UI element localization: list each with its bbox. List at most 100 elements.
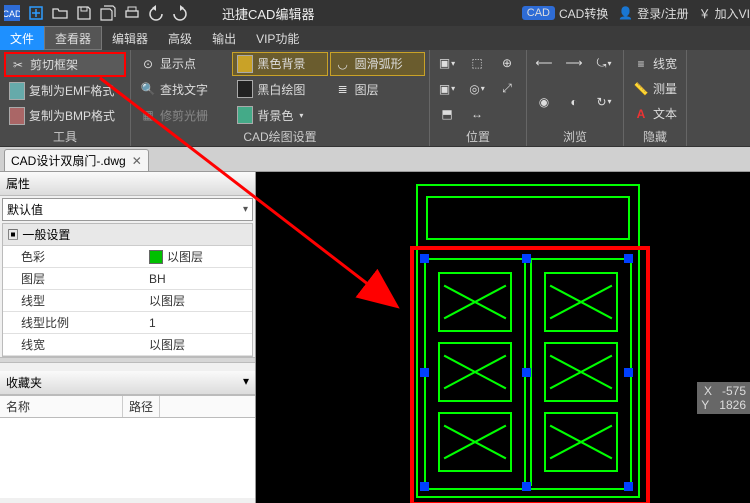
cad-panel (438, 412, 512, 472)
black-bg-button[interactable]: 黑色背景 (232, 52, 327, 76)
app-icon: CAD (1, 3, 23, 23)
pos-btn-1[interactable]: ▣▾ (434, 52, 460, 74)
emf-icon (9, 83, 25, 99)
saveall-icon[interactable] (97, 3, 119, 23)
login-link[interactable]: 登录/注册 (637, 5, 688, 22)
clip-frame-button[interactable]: ✂剪切框架 (4, 52, 126, 77)
pos-btn-6[interactable]: ⤢ (494, 78, 520, 100)
search-icon: 🔍 (140, 81, 156, 97)
document-tab-bar: CAD设计双扇门-.dwg ✕ (0, 147, 750, 172)
default-value-combo[interactable]: 默认值 ▾ (2, 198, 253, 221)
pos-btn-8[interactable]: ↔ (464, 103, 490, 125)
ribbon-caption-view: 浏览 (531, 127, 619, 146)
save-icon[interactable] (73, 3, 95, 23)
drawing-canvas[interactable]: X-575 Y1826 (256, 172, 750, 503)
menu-viewer[interactable]: 查看器 (44, 26, 102, 50)
panel-divider[interactable] (0, 357, 255, 363)
title-bar: CAD 迅捷CAD编辑器 CAD CAD转换 👤 登录/注册 ￥ 加入VI (0, 0, 750, 26)
property-grid: ▣ 一般设置 色彩以图层 图层BH 线型以图层 线型比例1 线宽以图层 (2, 223, 253, 357)
view-btn-2[interactable]: ⟶ (561, 52, 587, 74)
redo-icon[interactable] (169, 3, 191, 23)
cad-panel (438, 272, 512, 332)
copy-emf-button[interactable]: 复制为EMF格式 (4, 79, 124, 102)
menu-output[interactable]: 输出 (202, 26, 246, 50)
linewidth-icon: ≡ (633, 56, 649, 72)
vip-join-link[interactable]: 加入VI (715, 5, 750, 22)
open-icon[interactable] (49, 3, 71, 23)
selection-handle[interactable] (624, 482, 633, 491)
ribbon-caption-hide: 隐藏 (628, 127, 682, 146)
selection-handle[interactable] (522, 482, 531, 491)
view-btn-3[interactable]: ⤿▾ (591, 52, 617, 74)
selection-handle[interactable] (420, 482, 429, 491)
close-icon[interactable]: ✕ (132, 154, 142, 168)
app-title: 迅捷CAD编辑器 (222, 4, 314, 23)
pos-btn-4[interactable]: ▣▾ (434, 78, 460, 100)
view-btn-1[interactable]: ⟵ (531, 52, 557, 74)
bw-drawing-button[interactable]: 黑白绘图 (232, 78, 327, 102)
fav-col-name[interactable]: 名称 (0, 396, 123, 417)
ribbon-caption-tools: 工具 (4, 127, 126, 146)
copy-bmp-button[interactable]: 复制为BMP格式 (4, 104, 124, 127)
prop-row-linetype[interactable]: 线型以图层 (3, 290, 252, 312)
prop-row-ltscale[interactable]: 线型比例1 (3, 312, 252, 334)
bg-color-button[interactable]: 背景色▾ (232, 103, 327, 127)
show-points-button[interactable]: ⊙显示点 (135, 52, 230, 76)
view-btn-6[interactable]: ↻▾ (591, 91, 617, 113)
workspace: 属性 默认值 ▾ ▣ 一般设置 色彩以图层 图层BH 线型以图层 线型比例1 线… (0, 172, 750, 503)
view-btn-5[interactable]: ◐ (561, 91, 587, 113)
view-btn-4[interactable]: ◉ (531, 91, 557, 113)
prop-row-lineweight[interactable]: 线宽以图层 (3, 334, 252, 356)
text-icon: A (633, 106, 649, 122)
fav-col-path[interactable]: 路径 (123, 396, 160, 417)
selection-handle[interactable] (624, 254, 633, 263)
ribbon-group-position: ▣▾ ⬚ ⊕ ▣▾ ◎▾ ⤢ ⬒ ↔ 位置 (430, 50, 527, 146)
bmp-icon (9, 108, 25, 124)
print-icon[interactable] (121, 3, 143, 23)
find-text-button[interactable]: 🔍查找文字 (135, 78, 230, 102)
smooth-arc-button[interactable]: ◡圆滑弧形 (330, 52, 425, 76)
pos-btn-2[interactable]: ⬚ (464, 52, 490, 74)
menu-vip[interactable]: VIP功能 (246, 26, 309, 50)
menu-advanced[interactable]: 高级 (158, 26, 202, 50)
selection-handle[interactable] (420, 254, 429, 263)
left-panel: 属性 默认值 ▾ ▣ 一般设置 色彩以图层 图层BH 线型以图层 线型比例1 线… (0, 172, 256, 503)
yen-icon: ￥ (699, 5, 711, 22)
pos-btn-3[interactable]: ⊕ (494, 52, 520, 74)
selection-handle[interactable] (420, 368, 429, 377)
menu-editor[interactable]: 编辑器 (102, 26, 158, 50)
pos-btn-7[interactable]: ⬒ (434, 103, 460, 125)
linewidth-button[interactable]: ≡线宽 (628, 52, 682, 75)
cad-convert-link[interactable]: CAD转换 (559, 5, 608, 22)
selection-handle[interactable] (624, 368, 633, 377)
document-tab-label: CAD设计双扇门-.dwg (11, 152, 126, 169)
document-tab[interactable]: CAD设计双扇门-.dwg ✕ (4, 149, 149, 171)
bgcolor-icon (237, 107, 253, 123)
selection-handle[interactable] (522, 254, 531, 263)
undo-icon[interactable] (145, 3, 167, 23)
prop-row-color[interactable]: 色彩以图层 (3, 246, 252, 268)
general-section[interactable]: ▣ 一般设置 (3, 224, 252, 246)
copy-bmp-label: 复制为BMP格式 (29, 107, 115, 124)
favorites-panel: 收藏夹 ▾ 名称 路径 (0, 371, 255, 498)
bw-icon (237, 81, 253, 97)
text-button[interactable]: A文本 (628, 102, 682, 125)
ribbon-group-cad: ⊙显示点 黑色背景 ◡圆滑弧形 🔍查找文字 黑白绘图 ≣图层 ▦修剪光栅 背景色… (131, 50, 430, 146)
ribbon-group-tools: ✂剪切框架 复制为EMF格式 复制为BMP格式 工具 (0, 50, 131, 146)
menu-file[interactable]: 文件 (0, 26, 44, 50)
new-icon[interactable] (25, 3, 47, 23)
prop-row-layer[interactable]: 图层BH (3, 268, 252, 290)
selection-handle[interactable] (522, 368, 531, 377)
layers-button[interactable]: ≣图层 (330, 78, 425, 102)
cad-panel (438, 342, 512, 402)
ruler-icon: 📏 (633, 81, 649, 97)
measure-button[interactable]: 📏测量 (628, 77, 682, 100)
pos-btn-5[interactable]: ◎▾ (464, 78, 490, 100)
chevron-down-icon[interactable]: ▾ (243, 374, 249, 388)
user-icon: 👤 (618, 6, 633, 20)
favorites-title: 收藏夹 ▾ (0, 371, 255, 395)
cad-transom (426, 196, 630, 240)
ribbon-caption-position: 位置 (434, 127, 522, 146)
cad-panel (544, 342, 618, 402)
layers-icon: ≣ (335, 81, 351, 97)
